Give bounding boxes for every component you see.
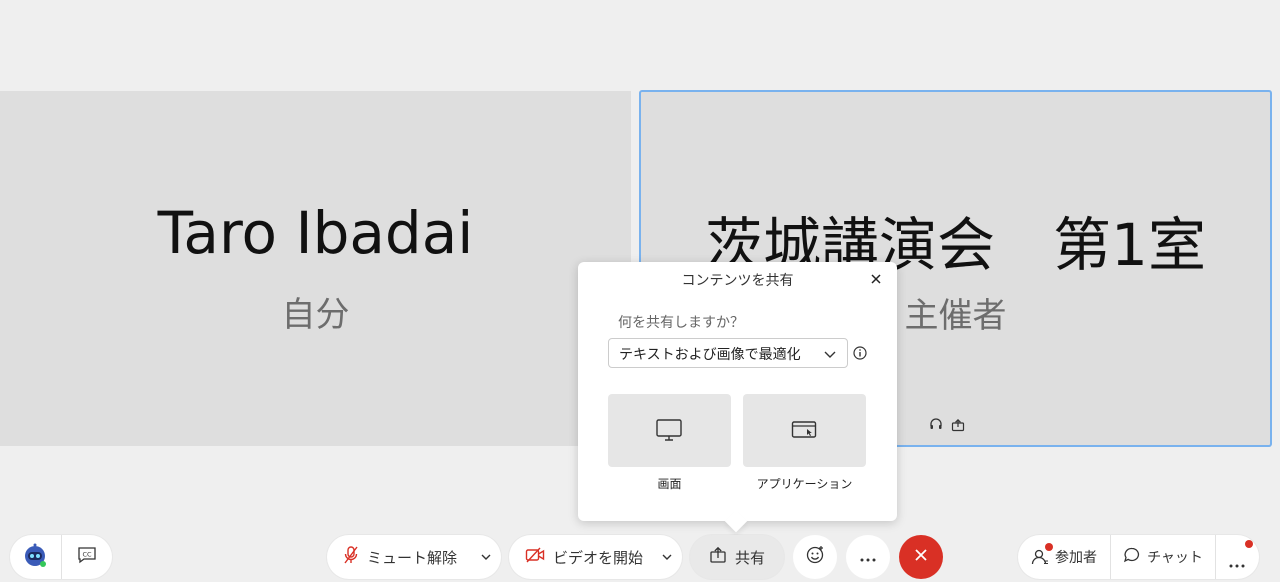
unmute-button-group: ミュート解除	[327, 535, 501, 579]
microphone-muted-icon	[343, 545, 359, 569]
host-status-icons	[929, 417, 965, 432]
chat-button[interactable]: チャット	[1111, 535, 1215, 579]
unmute-button[interactable]: ミュート解除	[327, 545, 471, 569]
participants-icon	[1031, 543, 1053, 566]
notification-dot	[1045, 543, 1053, 551]
video-options-dropdown[interactable]	[652, 535, 682, 579]
svg-text:CC: CC	[82, 551, 92, 559]
assistant-button[interactable]	[10, 535, 61, 579]
share-application-option[interactable]	[743, 394, 866, 467]
video-tile-self: Taro Ibadai 自分	[0, 91, 631, 446]
right-toolbar-group: 参加者 チャット	[1018, 535, 1259, 579]
chat-label: チャット	[1147, 550, 1203, 566]
closed-captions-icon: CC	[77, 546, 97, 568]
start-video-button-group: ビデオを開始	[509, 535, 682, 579]
assistant-bot-icon	[22, 542, 48, 572]
share-application-label: アプリケーション	[756, 477, 853, 491]
participants-button[interactable]: 参加者	[1018, 535, 1110, 579]
optimize-select-value: テキストおよび画像で最適化	[619, 347, 801, 363]
share-screen-label: 画面	[657, 477, 682, 491]
audio-options-dropdown[interactable]	[471, 535, 501, 579]
headset-icon	[929, 417, 943, 431]
chevron-down-icon	[823, 347, 837, 361]
participant-name: Taro Ibadai	[157, 199, 474, 267]
more-horizontal-icon	[859, 548, 877, 567]
leave-meeting-button[interactable]	[899, 535, 943, 579]
share-screen-option[interactable]	[608, 394, 731, 467]
close-icon	[913, 547, 929, 567]
close-icon[interactable]	[867, 270, 885, 288]
reactions-button[interactable]	[793, 535, 837, 579]
monitor-icon	[656, 419, 682, 441]
share-button[interactable]: 共有	[690, 535, 784, 579]
emoji-icon	[805, 545, 825, 569]
popover-title: コンテンツを共有	[681, 273, 794, 289]
chevron-down-icon	[481, 554, 491, 560]
share-label: 共有	[734, 548, 765, 567]
notification-dot	[1245, 540, 1253, 548]
chevron-down-icon	[662, 554, 672, 560]
chat-bubble-icon	[1123, 546, 1141, 568]
optimize-select[interactable]: テキストおよび画像で最適化	[608, 338, 848, 368]
app-window-icon	[791, 421, 817, 438]
participants-label: 参加者	[1055, 550, 1097, 566]
info-icon[interactable]	[852, 345, 868, 361]
sharing-icon	[951, 417, 965, 432]
closed-captions-button[interactable]: CC	[61, 535, 112, 579]
unmute-label: ミュート解除	[367, 548, 458, 567]
more-horizontal-icon	[1228, 554, 1246, 568]
participant-role: 自分	[281, 295, 350, 335]
more-panels-button[interactable]	[1216, 535, 1258, 579]
start-video-label: ビデオを開始	[553, 548, 644, 567]
start-video-button[interactable]: ビデオを開始	[509, 547, 652, 568]
more-options-button[interactable]	[846, 535, 890, 579]
share-icon	[709, 546, 727, 568]
share-content-popover: コンテンツを共有 何を共有しますか？ テキストおよび画像で最適化 画面 アプリケ…	[578, 262, 897, 521]
left-toolbar-group: CC	[10, 535, 112, 579]
video-off-icon	[525, 547, 545, 567]
share-question: 何を共有しますか？	[618, 315, 744, 331]
